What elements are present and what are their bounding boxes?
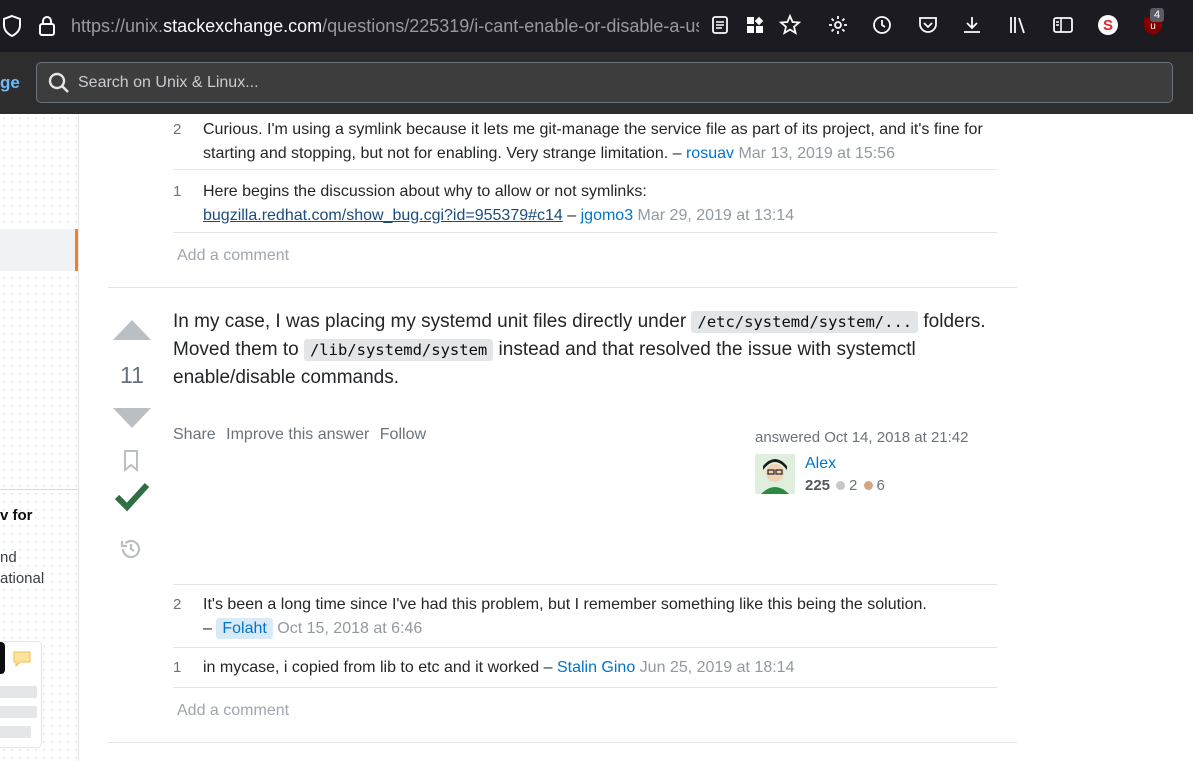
card-placeholder-line — [0, 686, 37, 698]
pocket-icon[interactable] — [916, 13, 940, 37]
history-clock-icon[interactable] — [870, 13, 894, 37]
extension-s-icon[interactable]: S — [1096, 13, 1120, 37]
comment-body: Curious. I'm using a symlink because it … — [203, 121, 983, 162]
comment-body: in mycase, i copied from lib to etc and … — [203, 659, 795, 676]
svg-text:u: u — [1150, 21, 1156, 32]
svg-text:S: S — [1103, 17, 1113, 34]
answered-timestamp[interactable]: answered Oct 14, 2018 at 21:42 — [755, 429, 968, 446]
browser-toolbar: https://unix.stackexchange.com/questions… — [0, 0, 1193, 52]
question-comments: 2 Curious. I'm using a symlink because i… — [173, 118, 997, 233]
comment-score: 1 — [173, 183, 182, 200]
sidebar-card[interactable] — [0, 641, 42, 748]
search-input[interactable]: Search on Unix & Linux... — [36, 62, 1173, 103]
comment: 2 Curious. I'm using a symlink because i… — [173, 118, 997, 170]
comment: 1 in mycase, i copied from lib to etc an… — [173, 648, 997, 688]
overflow-menu-icon[interactable] — [1184, 13, 1193, 37]
comment-score: 2 — [173, 596, 182, 613]
answer-comments: 2 It's been a long time since I've had t… — [173, 584, 997, 688]
sidebar-text: nd — [0, 549, 17, 566]
add-comment-link[interactable]: Add a comment — [177, 702, 289, 720]
comment-user-link[interactable]: Stalin Gino — [557, 659, 635, 676]
inline-code: /lib/systemd/system — [303, 339, 494, 361]
sidebar-item-active[interactable] — [0, 229, 78, 271]
post-menu: Share Improve this answer Follow — [173, 426, 432, 444]
share-link[interactable]: Share — [173, 426, 216, 443]
answer-divider — [108, 742, 1017, 743]
chat-bubble-icon — [12, 650, 32, 673]
card-placeholder-line — [0, 726, 31, 738]
site-header: ge Search on Unix & Linux... — [0, 52, 1193, 114]
comment-date[interactable]: Mar 13, 2019 at 15:56 — [738, 145, 895, 162]
comment-body: It's been a long time since I've had thi… — [203, 596, 927, 639]
library-icon[interactable] — [1006, 13, 1030, 37]
user-name-link[interactable]: Alex — [805, 455, 836, 473]
settings-gear-icon[interactable] — [826, 13, 850, 37]
comment-date[interactable]: Mar 29, 2019 at 13:14 — [638, 207, 795, 224]
comment-date[interactable]: Jun 25, 2019 at 18:14 — [640, 659, 795, 676]
sidebar-toggle-icon[interactable] — [1051, 13, 1075, 37]
comment-user-link[interactable]: rosuav — [686, 145, 734, 162]
comment-user-link[interactable]: jgomo3 — [581, 207, 633, 224]
downloads-icon[interactable] — [960, 13, 984, 37]
reader-view-icon[interactable] — [708, 13, 732, 37]
comment-link[interactable]: bugzilla.redhat.com/show_bug.cgi?id=9553… — [203, 207, 563, 224]
sidebar-heading: v for — [0, 507, 33, 524]
answer-divider — [108, 287, 1017, 288]
extension-badge: 4 — [1150, 8, 1165, 22]
comment-date[interactable]: Oct 15, 2018 at 6:46 — [277, 620, 422, 637]
add-comment-link[interactable]: Add a comment — [177, 247, 289, 265]
search-icon — [47, 71, 71, 100]
site-logo[interactable]: ge — [0, 73, 20, 93]
bookmark-star-icon[interactable] — [778, 13, 802, 37]
silver-badge-icon — [836, 480, 846, 490]
follow-link[interactable]: Follow — [380, 426, 426, 443]
sidebar-divider — [0, 489, 78, 490]
downvote-button[interactable] — [111, 406, 153, 437]
search-placeholder: Search on Unix & Linux... — [78, 74, 259, 91]
bronze-badge-icon — [863, 480, 873, 490]
comment: 1 Here begins the discussion about why t… — [173, 170, 997, 233]
accepted-checkmark-icon — [114, 480, 150, 517]
comment-score: 2 — [173, 121, 182, 138]
user-reputation: 225 2 6 — [805, 477, 885, 494]
card-placeholder-line — [0, 706, 37, 718]
card-marker — [0, 642, 5, 674]
comment-user-link[interactable]: Folaht — [216, 617, 273, 639]
upvote-button[interactable] — [111, 316, 153, 347]
history-icon[interactable] — [119, 537, 143, 566]
vote-count: 11 — [120, 362, 144, 388]
sidebar-text: ational — [0, 570, 45, 587]
tracking-protection-icon[interactable] — [2, 14, 22, 43]
comment-body: Here begins the discussion about why to … — [203, 183, 795, 224]
answer-body: In my case, I was placing my systemd uni… — [173, 311, 986, 388]
left-sidebar: v for nd ational — [0, 114, 79, 761]
answer-user-card: answered Oct 14, 2018 at 21:42 Alex 225 2… — [755, 429, 968, 494]
apps-grid-icon[interactable] — [743, 13, 767, 37]
avatar[interactable] — [755, 454, 795, 494]
lock-icon[interactable] — [38, 14, 56, 43]
bookmark-icon[interactable] — [121, 449, 141, 478]
comment-score: 1 — [173, 659, 182, 676]
address-bar[interactable]: https://unix.stackexchange.com/questions… — [71, 16, 699, 37]
inline-code: /etc/systemd/system/... — [691, 311, 919, 333]
improve-answer-link[interactable]: Improve this answer — [226, 426, 369, 443]
comment: 2 It's been a long time since I've had t… — [173, 585, 997, 648]
